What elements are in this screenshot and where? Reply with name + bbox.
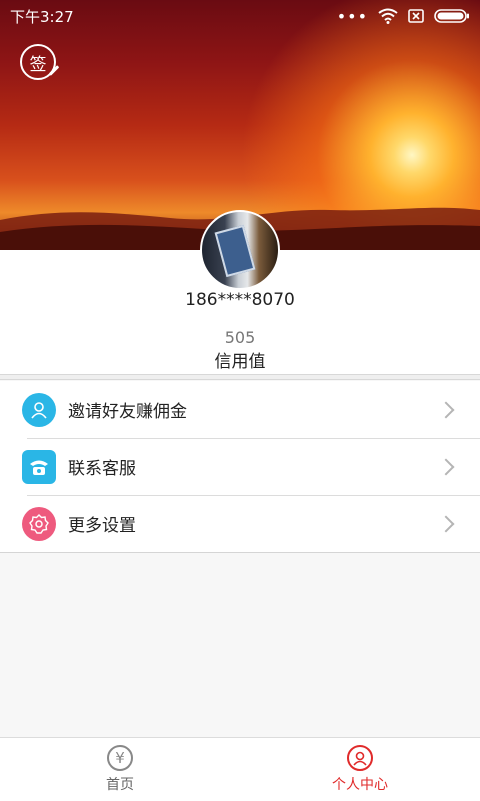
bottom-tab-bar: ¥ 首页 个人中心	[0, 737, 480, 801]
menu-item-more-settings[interactable]: 更多设置	[0, 495, 480, 552]
wifi-icon	[378, 8, 398, 24]
sign-in-label: 签	[29, 54, 47, 75]
chevron-right-icon	[437, 515, 455, 532]
status-bar: 下午3:27 •••	[0, 0, 480, 32]
avatar[interactable]	[200, 210, 280, 290]
menu-item-label: 邀请好友赚佣金	[68, 402, 187, 422]
menu-item-invite-friends[interactable]: 邀请好友赚佣金	[0, 381, 480, 438]
tab-home-label: 首页	[106, 777, 134, 793]
phone-icon	[22, 449, 56, 484]
menu-item-contact-support[interactable]: 联系客服	[0, 438, 480, 495]
more-dots-icon: •••	[336, 6, 368, 26]
credit-score-label: 信用值	[214, 352, 266, 372]
settings-gear-icon	[22, 506, 56, 541]
chevron-right-icon	[437, 458, 455, 475]
sign-in-button[interactable]: 签	[20, 44, 60, 80]
menu-item-label: 更多设置	[68, 516, 136, 536]
tab-user-center[interactable]: 个人中心	[240, 738, 480, 801]
credit-score-value: 505	[224, 328, 256, 347]
section-divider	[0, 374, 480, 380]
pen-icon	[48, 65, 60, 76]
user-phone-number: 186****8070	[185, 290, 295, 310]
no-sim-icon	[408, 9, 424, 23]
battery-icon	[434, 9, 469, 23]
user-center-icon	[347, 745, 373, 771]
yen-icon: ¥	[107, 745, 133, 771]
settings-menu: 邀请好友赚佣金 联系客服 更多设置	[0, 381, 480, 553]
invite-user-icon	[22, 392, 56, 427]
menu-item-label: 联系客服	[68, 459, 136, 479]
status-time: 下午3:27	[10, 7, 74, 26]
avatar-photo	[214, 224, 256, 278]
tab-user-center-label: 个人中心	[332, 777, 388, 793]
tab-home[interactable]: ¥ 首页	[0, 738, 240, 801]
chevron-right-icon	[437, 401, 455, 418]
